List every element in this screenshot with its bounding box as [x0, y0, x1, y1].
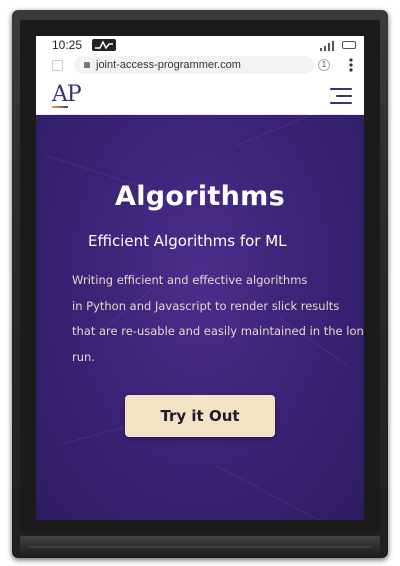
- lock-icon: [84, 62, 90, 68]
- phone-screen: 10:25 joint-access-programmer.com 1 AP A…: [36, 36, 364, 520]
- address-bar[interactable]: joint-access-programmer.com: [74, 56, 314, 74]
- kebab-menu-icon[interactable]: [348, 58, 354, 74]
- hero-title: Algorithms: [115, 181, 285, 212]
- battery-icon: [342, 41, 356, 49]
- device-bottom-bar: [20, 536, 380, 558]
- try-it-out-button[interactable]: Try it Out: [125, 395, 275, 437]
- hero-description-line: Writing efficient and effective algorith…: [72, 273, 308, 287]
- hero-description-line: run.: [72, 349, 95, 364]
- texture-scratch: [235, 115, 339, 146]
- tab-count-button[interactable]: 1: [318, 59, 330, 71]
- browser-url-bar: joint-access-programmer.com 1: [36, 54, 364, 78]
- texture-scratch: [215, 465, 323, 520]
- hero-description: Writing efficient and effective algorith…: [72, 268, 364, 370]
- status-bar: 10:25: [36, 36, 364, 54]
- logo-underline: [52, 106, 68, 108]
- hero-description-line: that are re-usable and easily maintained…: [72, 324, 364, 338]
- hero-section: Algorithms Efficient Algorithms for ML W…: [36, 115, 364, 520]
- hamburger-menu-icon[interactable]: [330, 88, 352, 104]
- pulse-icon: [92, 39, 116, 51]
- signal-icon: [320, 40, 334, 51]
- hero-subtitle: Efficient Algorithms for ML: [88, 232, 287, 250]
- site-logo[interactable]: AP: [52, 82, 82, 107]
- url-text: joint-access-programmer.com: [96, 59, 241, 71]
- status-time: 10:25: [52, 38, 83, 52]
- home-tab-icon[interactable]: [52, 60, 63, 71]
- site-header: AP: [36, 78, 364, 115]
- hero-description-line: in Python and Javascript to render slick…: [72, 298, 340, 313]
